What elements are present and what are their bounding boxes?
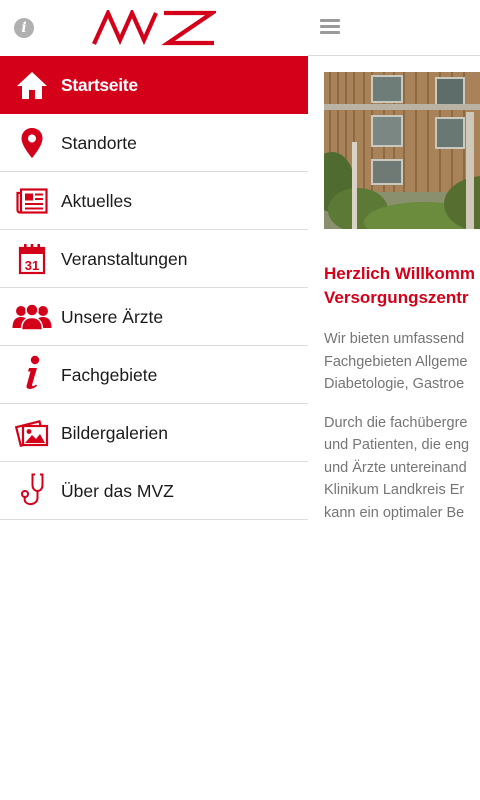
main-content: Herzlich Willkomm Versorgungszentr Wir b… bbox=[308, 0, 480, 800]
paragraph-line: Diabetologie, Gastroe bbox=[324, 376, 465, 392]
second-paragraph: Durch die fachübergre und Patienten, die… bbox=[324, 412, 480, 525]
hero-image bbox=[324, 72, 480, 229]
location-pin-icon bbox=[12, 127, 52, 159]
article: Herzlich Willkomm Versorgungszentr Wir b… bbox=[324, 262, 480, 524]
nav-label: Über das MVZ bbox=[61, 481, 174, 501]
drawer-header: i bbox=[0, 0, 308, 56]
paragraph-line: Klinikum Landkreis Er bbox=[324, 482, 465, 498]
paragraph-line: Wir bieten umfassend bbox=[324, 331, 465, 347]
calendar-icon: 31 bbox=[12, 243, 52, 275]
nav-label: Veranstaltungen bbox=[61, 249, 188, 269]
main-header bbox=[308, 0, 480, 56]
nav-label: Bildergalerien bbox=[61, 423, 169, 443]
newspaper-icon bbox=[12, 185, 52, 217]
info-icon[interactable]: i bbox=[14, 18, 34, 38]
nav-item-startseite[interactable]: Startseite bbox=[0, 56, 308, 114]
paragraph-line: und Patienten, die eng bbox=[324, 437, 470, 453]
nav-item-veranstaltungen[interactable]: 31 Veranstaltungen bbox=[0, 230, 308, 288]
welcome-heading: Herzlich Willkomm Versorgungszentr bbox=[324, 262, 480, 310]
nav-label: Unsere Ärzte bbox=[61, 307, 164, 327]
navigation-drawer: i Startseite Standorte Aktuelles 31 Vera… bbox=[0, 0, 308, 800]
nav-item-bildergalerien[interactable]: Bildergalerien bbox=[0, 404, 308, 462]
nav-item-unsere-aerzte[interactable]: Unsere Ärzte bbox=[0, 288, 308, 346]
intro-paragraph: Wir bieten umfassend Fachgebieten Allgem… bbox=[324, 328, 480, 396]
nav-item-fachgebiete[interactable]: Fachgebiete bbox=[0, 346, 308, 404]
stethoscope-icon bbox=[12, 473, 52, 507]
welcome-line: Versorgungszentr bbox=[324, 288, 469, 307]
calendar-day-number: 31 bbox=[25, 258, 39, 273]
nav-item-standorte[interactable]: Standorte bbox=[0, 114, 308, 172]
paragraph-line: Durch die fachübergre bbox=[324, 414, 468, 431]
nav-label: Standorte bbox=[61, 133, 137, 153]
nav-list: Startseite Standorte Aktuelles 31 Verans… bbox=[0, 56, 308, 520]
nav-label: Fachgebiete bbox=[61, 365, 158, 385]
hamburger-menu-icon[interactable] bbox=[320, 19, 340, 35]
nav-item-ueber-das-mvz[interactable]: Über das MVZ bbox=[0, 462, 308, 520]
home-icon bbox=[12, 69, 52, 101]
paragraph-line: und Ärzte untereinand bbox=[324, 459, 467, 476]
info-i-icon bbox=[12, 355, 52, 391]
mvz-logo[interactable] bbox=[92, 7, 219, 46]
nav-item-aktuelles[interactable]: Aktuelles bbox=[0, 172, 308, 230]
nav-label: Aktuelles bbox=[61, 191, 133, 211]
photos-icon bbox=[12, 417, 52, 449]
nav-label: Startseite bbox=[61, 75, 138, 95]
paragraph-line: Fachgebieten Allgeme bbox=[324, 353, 468, 370]
welcome-line: Herzlich Willkomm bbox=[324, 264, 475, 283]
people-icon bbox=[12, 301, 52, 333]
paragraph-line: kann ein optimaler Be bbox=[324, 504, 465, 521]
